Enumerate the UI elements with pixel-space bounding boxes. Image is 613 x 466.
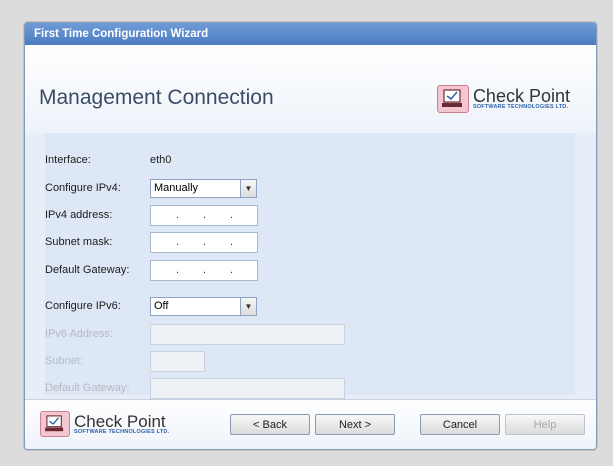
configure-ipv6-row: Configure IPv6: Off ▼ [45, 295, 257, 317]
subnet-mask-input[interactable]: . . . [150, 231, 258, 253]
ip-separator: . [176, 208, 180, 221]
configure-ipv6-select[interactable]: Off ▼ [150, 296, 257, 316]
configure-ipv4-row: Configure IPv4: Manually ▼ [45, 177, 257, 199]
wizard-header: Management Connection Check Point SOFTWA… [25, 45, 596, 133]
ip-separator: . [176, 263, 180, 276]
check-point-logo: Check Point SOFTWARE TECHNOLOGIES LTD. [436, 85, 570, 113]
back-button[interactable]: < Back [230, 414, 310, 435]
default-gateway-row: Default Gateway: . . . [45, 259, 258, 281]
configure-ipv4-value: Manually [154, 182, 199, 194]
ipv6-address-row: IPv6 Address: [45, 323, 345, 345]
logo-tagline: SOFTWARE TECHNOLOGIES LTD. [472, 104, 569, 111]
ip-separator: . [203, 235, 207, 248]
ip-separator: . [176, 235, 180, 248]
footer-logo-tagline: SOFTWARE TECHNOLOGIES LTD. [74, 428, 170, 435]
configure-ipv4-label: Configure IPv4: [45, 182, 121, 194]
configure-ipv6-value: Off [154, 300, 169, 312]
connection-form: Interface: eth0 Configure IPv4: Manually… [45, 133, 575, 399]
cancel-button[interactable]: Cancel [420, 414, 500, 435]
ipv6-subnet-label: Subnet: [45, 355, 83, 367]
ipv6-address-label: IPv6 Address: [45, 328, 113, 340]
ip-separator: . [230, 263, 234, 276]
logo-brand: Check Point [472, 86, 570, 107]
chevron-down-icon[interactable]: ▼ [240, 297, 256, 315]
ip-separator: . [230, 235, 234, 248]
default-gateway-label: Default Gateway: [45, 264, 130, 276]
wizard-window: First Time Configuration Wizard Manageme… [24, 22, 597, 450]
ipv6-address-input [150, 323, 345, 345]
check-point-logo-icon [436, 85, 469, 113]
ip-separator: . [203, 263, 207, 276]
configure-ipv6-label: Configure IPv6: [45, 300, 121, 312]
footer-check-point-logo: Check Point SOFTWARE TECHNOLOGIES LTD. [40, 411, 169, 437]
help-button: Help [505, 414, 585, 435]
chevron-down-icon[interactable]: ▼ [240, 179, 256, 197]
ipv4-address-row: IPv4 address: . . . [45, 204, 258, 226]
ip-separator: . [203, 208, 207, 221]
check-point-logo-icon [40, 411, 70, 437]
ipv6-gateway-input [150, 377, 345, 399]
ipv4-address-input[interactable]: . . . [150, 204, 258, 226]
ipv6-subnet-row: Subnet: [45, 350, 205, 372]
ipv6-gateway-row: Default Gateway: [45, 377, 345, 399]
ipv6-gateway-label: Default Gateway: [45, 382, 130, 394]
interface-row: Interface: eth0 [45, 149, 171, 171]
subnet-mask-row: Subnet mask: . . . [45, 231, 258, 253]
ipv4-address-label: IPv4 address: [45, 209, 113, 221]
interface-label: Interface: [45, 154, 91, 166]
next-button[interactable]: Next > [315, 414, 395, 435]
configure-ipv4-select[interactable]: Manually ▼ [150, 178, 257, 198]
footer-logo-brand: Check Point [74, 411, 166, 431]
ipv6-subnet-input [150, 350, 205, 372]
interface-value: eth0 [150, 154, 172, 166]
subnet-mask-label: Subnet mask: [45, 236, 113, 248]
window-title: First Time Configuration Wizard [25, 23, 596, 45]
default-gateway-input[interactable]: . . . [150, 259, 258, 281]
ip-separator: . [230, 208, 234, 221]
page-title: Management Connection [39, 86, 274, 109]
